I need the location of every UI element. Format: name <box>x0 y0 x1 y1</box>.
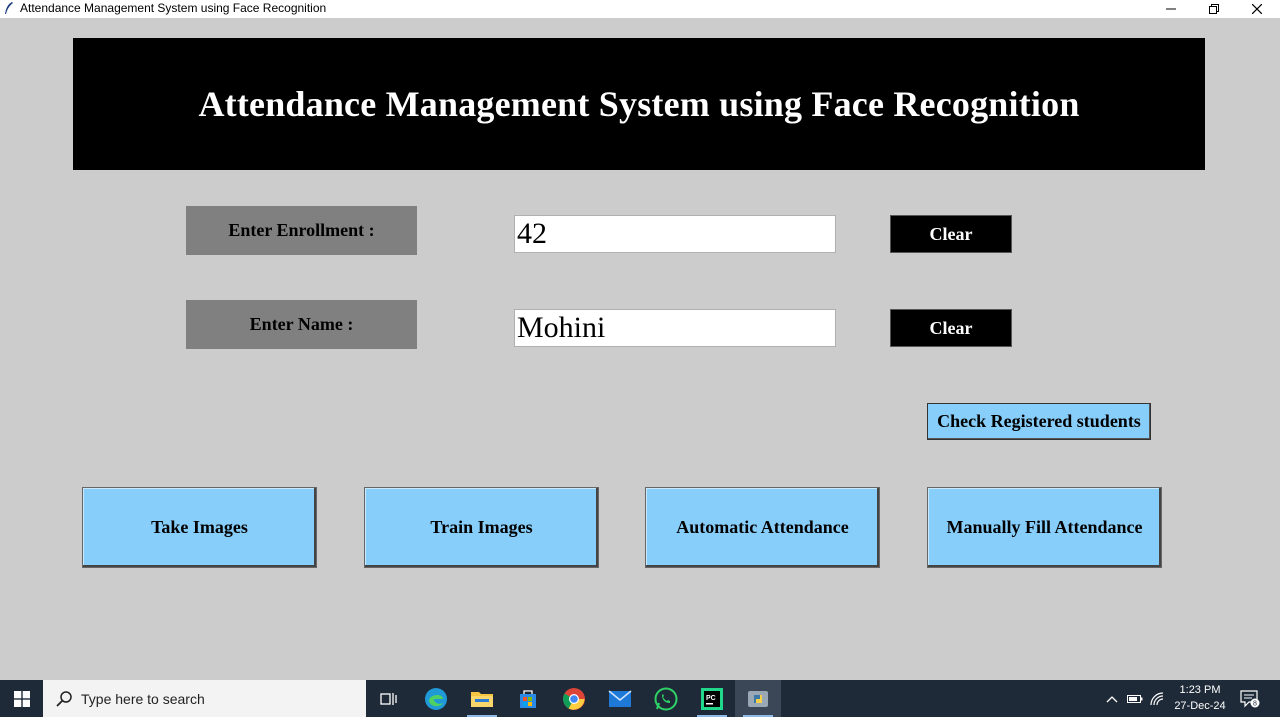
clear-name-button[interactable]: Clear <box>890 309 1012 347</box>
notification-icon: 8 <box>1240 689 1260 707</box>
take-images-button[interactable]: Take Images <box>82 487 317 568</box>
manually-fill-attendance-button[interactable]: Manually Fill Attendance <box>927 487 1162 568</box>
train-images-button[interactable]: Train Images <box>364 487 599 568</box>
taskbar: Type here to search PC 1:23 PM 27-Dec-24… <box>0 680 1280 717</box>
file-explorer-taskbar-button[interactable] <box>459 680 505 717</box>
restore-icon <box>1209 4 1219 14</box>
edge-taskbar-button[interactable] <box>413 680 459 717</box>
network-status[interactable] <box>1148 680 1168 717</box>
whatsapp-taskbar-button[interactable] <box>643 680 689 717</box>
store-icon <box>520 689 536 708</box>
show-hidden-icons-button[interactable] <box>1103 680 1121 717</box>
name-input[interactable] <box>514 309 836 347</box>
close-button[interactable] <box>1235 0 1279 18</box>
enrollment-label: Enter Enrollment : <box>186 206 417 255</box>
minimize-button[interactable] <box>1149 0 1193 18</box>
battery-icon <box>1127 694 1143 703</box>
enrollment-input[interactable] <box>514 215 836 253</box>
task-view-icon <box>380 692 397 705</box>
feather-icon <box>5 2 13 14</box>
name-label: Enter Name : <box>186 300 417 349</box>
chrome-icon <box>563 687 585 710</box>
search-placeholder: Type here to search <box>81 690 205 707</box>
taskbar-clock[interactable]: 1:23 PM 27-Dec-24 <box>1170 682 1230 714</box>
mail-icon <box>608 689 632 707</box>
restore-button[interactable] <box>1192 0 1236 18</box>
taskbar-search[interactable]: Type here to search <box>43 680 366 717</box>
notification-count: 8 <box>1253 700 1257 707</box>
clear-enrollment-button[interactable]: Clear <box>890 215 1012 253</box>
window-title: Attendance Management System using Face … <box>20 1 327 15</box>
minimize-icon <box>1166 8 1176 10</box>
python-taskbar-button[interactable] <box>735 680 781 717</box>
page-title: Attendance Management System using Face … <box>198 84 1080 124</box>
notifications-button[interactable]: 8 <box>1238 680 1262 717</box>
wifi-icon <box>1150 691 1164 705</box>
window-title-bar: Attendance Management System using Face … <box>0 0 1280 18</box>
start-button[interactable] <box>0 680 43 717</box>
search-icon <box>56 690 72 707</box>
clock-time: 1:23 PM <box>1179 684 1221 696</box>
automatic-attendance-button[interactable]: Automatic Attendance <box>645 487 880 568</box>
chrome-taskbar-button[interactable] <box>551 680 597 717</box>
folder-icon <box>471 691 493 707</box>
pycharm-icon: PC <box>701 687 723 710</box>
mail-taskbar-button[interactable] <box>597 680 643 717</box>
python-feather-icon <box>748 690 768 707</box>
battery-status[interactable] <box>1125 680 1145 717</box>
edge-icon <box>425 687 447 710</box>
header-banner: Attendance Management System using Face … <box>73 38 1205 170</box>
check-registered-students-button[interactable]: Check Registered students <box>927 403 1151 440</box>
store-taskbar-button[interactable] <box>505 680 551 717</box>
windows-logo-icon <box>13 690 30 707</box>
clock-date: 27-Dec-24 <box>1174 700 1226 712</box>
task-view-button[interactable] <box>366 680 412 717</box>
whatsapp-icon <box>654 687 678 710</box>
close-icon <box>1252 4 1262 14</box>
chevron-up-icon <box>1106 695 1118 702</box>
pycharm-taskbar-button[interactable]: PC <box>689 680 735 717</box>
svg-text:PC: PC <box>706 695 716 702</box>
